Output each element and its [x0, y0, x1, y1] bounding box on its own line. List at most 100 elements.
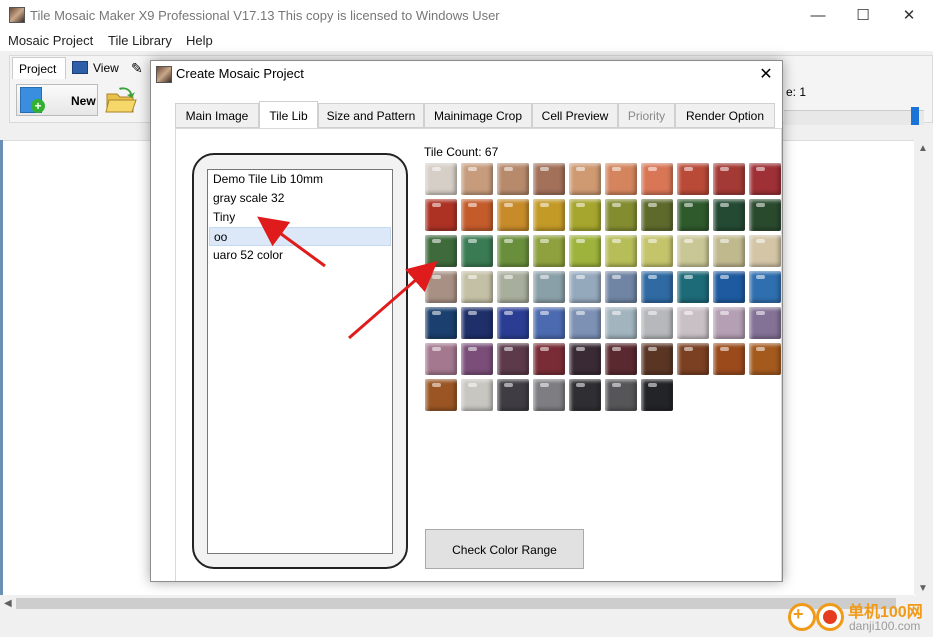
tab-cell-preview[interactable]: Cell Preview — [532, 103, 618, 128]
tile-swatch[interactable] — [713, 199, 745, 231]
tile-swatch[interactable] — [713, 271, 745, 303]
tab-mainimage-crop[interactable]: Mainimage Crop — [424, 103, 532, 128]
tile-swatch[interactable] — [569, 163, 601, 195]
tile-swatch[interactable] — [461, 343, 493, 375]
tile-swatch[interactable] — [713, 163, 745, 195]
zoom-slider-track[interactable] — [784, 110, 924, 125]
menu-tile-library[interactable]: Tile Library — [108, 33, 172, 48]
tile-swatch[interactable] — [749, 235, 781, 267]
horizontal-scroll-thumb[interactable] — [16, 598, 896, 609]
tile-swatch[interactable] — [641, 271, 673, 303]
close-button[interactable]: ✕ — [886, 0, 932, 31]
tile-swatch[interactable] — [677, 235, 709, 267]
vertical-scrollbar[interactable] — [914, 140, 933, 595]
check-color-range-button[interactable]: Check Color Range — [425, 529, 584, 569]
tile-swatch[interactable] — [605, 307, 637, 339]
tile-swatch[interactable] — [461, 379, 493, 411]
list-item[interactable]: Demo Tile Lib 10mm — [209, 170, 391, 189]
tab-render-option[interactable]: Render Option — [675, 103, 775, 128]
tile-swatch[interactable] — [605, 235, 637, 267]
tile-swatch[interactable] — [533, 235, 565, 267]
tile-swatch[interactable] — [641, 343, 673, 375]
scroll-left-arrow-icon[interactable]: ◀ — [4, 598, 12, 609]
dialog-close-button[interactable]: ✕ — [751, 63, 781, 87]
tile-swatch[interactable] — [713, 235, 745, 267]
tile-swatch[interactable] — [425, 379, 457, 411]
tile-swatch[interactable] — [605, 271, 637, 303]
list-item[interactable]: uaro 52 color — [209, 246, 391, 265]
tile-swatch[interactable] — [677, 163, 709, 195]
ribbon-tab-project[interactable]: Project — [12, 57, 66, 79]
tile-library-list[interactable]: Demo Tile Lib 10mm gray scale 32 Tiny oo… — [207, 169, 393, 554]
tile-swatch[interactable] — [497, 307, 529, 339]
tile-swatch[interactable] — [713, 343, 745, 375]
tile-swatch[interactable] — [749, 199, 781, 231]
tile-swatch[interactable] — [569, 343, 601, 375]
list-item-selected[interactable]: oo — [209, 227, 391, 246]
tile-swatch[interactable] — [461, 199, 493, 231]
minimize-button[interactable]: — — [795, 0, 841, 31]
tile-swatch[interactable] — [605, 199, 637, 231]
menu-help[interactable]: Help — [186, 33, 213, 48]
tile-swatch[interactable] — [605, 379, 637, 411]
tile-swatch[interactable] — [677, 199, 709, 231]
tile-swatch[interactable] — [497, 235, 529, 267]
tile-swatch[interactable] — [533, 271, 565, 303]
tile-swatch[interactable] — [677, 271, 709, 303]
tile-swatch[interactable] — [497, 163, 529, 195]
tile-swatch[interactable] — [497, 271, 529, 303]
tile-swatch[interactable] — [605, 343, 637, 375]
tile-swatch[interactable] — [641, 307, 673, 339]
list-item[interactable]: gray scale 32 — [209, 189, 391, 208]
scroll-up-arrow-icon[interactable]: ▲ — [918, 143, 928, 154]
tile-swatch[interactable] — [533, 379, 565, 411]
tab-main-image[interactable]: Main Image — [175, 103, 259, 128]
tile-swatch[interactable] — [497, 379, 529, 411]
tile-swatch[interactable] — [461, 163, 493, 195]
open-folder-button[interactable] — [103, 84, 139, 116]
tile-swatch[interactable] — [641, 163, 673, 195]
tile-swatch[interactable] — [461, 307, 493, 339]
tile-swatch[interactable] — [425, 235, 457, 267]
menu-mosaic-project[interactable]: Mosaic Project — [8, 33, 93, 48]
tile-swatch[interactable] — [461, 271, 493, 303]
tab-size-and-pattern[interactable]: Size and Pattern — [318, 103, 424, 128]
tile-count-label: Tile Count: 67 — [424, 145, 499, 159]
tile-swatch[interactable] — [425, 199, 457, 231]
tile-swatch[interactable] — [569, 235, 601, 267]
tile-swatch[interactable] — [641, 235, 673, 267]
scroll-down-arrow-icon[interactable]: ▼ — [918, 583, 928, 594]
maximize-button[interactable]: ☐ — [840, 0, 886, 31]
list-item[interactable]: Tiny — [209, 208, 391, 227]
tile-swatch[interactable] — [497, 343, 529, 375]
tile-swatch[interactable] — [749, 343, 781, 375]
tile-swatch[interactable] — [569, 379, 601, 411]
tile-swatch[interactable] — [461, 235, 493, 267]
tile-swatch[interactable] — [497, 199, 529, 231]
tile-swatch[interactable] — [677, 343, 709, 375]
tile-swatch[interactable] — [713, 307, 745, 339]
tile-swatch[interactable] — [533, 199, 565, 231]
tile-swatch[interactable] — [533, 343, 565, 375]
tile-swatch[interactable] — [425, 307, 457, 339]
tile-swatch[interactable] — [425, 163, 457, 195]
tile-swatch[interactable] — [677, 307, 709, 339]
tile-swatch[interactable] — [569, 307, 601, 339]
tile-swatch[interactable] — [749, 307, 781, 339]
tile-swatch[interactable] — [749, 271, 781, 303]
tile-swatch[interactable] — [425, 343, 457, 375]
ribbon-tab-view[interactable]: View — [87, 57, 125, 79]
tile-swatch[interactable] — [641, 199, 673, 231]
tile-swatch[interactable] — [641, 379, 673, 411]
tab-tile-lib[interactable]: Tile Lib — [259, 101, 318, 128]
tile-swatch[interactable] — [569, 199, 601, 231]
tile-swatch[interactable] — [425, 271, 457, 303]
new-project-button[interactable]: + New — [16, 84, 98, 116]
pencil-icon[interactable]: ✎ — [131, 60, 143, 77]
tile-swatch[interactable] — [605, 163, 637, 195]
zoom-slider-thumb[interactable] — [911, 107, 919, 125]
tile-swatch[interactable] — [533, 307, 565, 339]
tile-swatch[interactable] — [569, 271, 601, 303]
tile-swatch[interactable] — [533, 163, 565, 195]
tile-swatch[interactable] — [749, 163, 781, 195]
